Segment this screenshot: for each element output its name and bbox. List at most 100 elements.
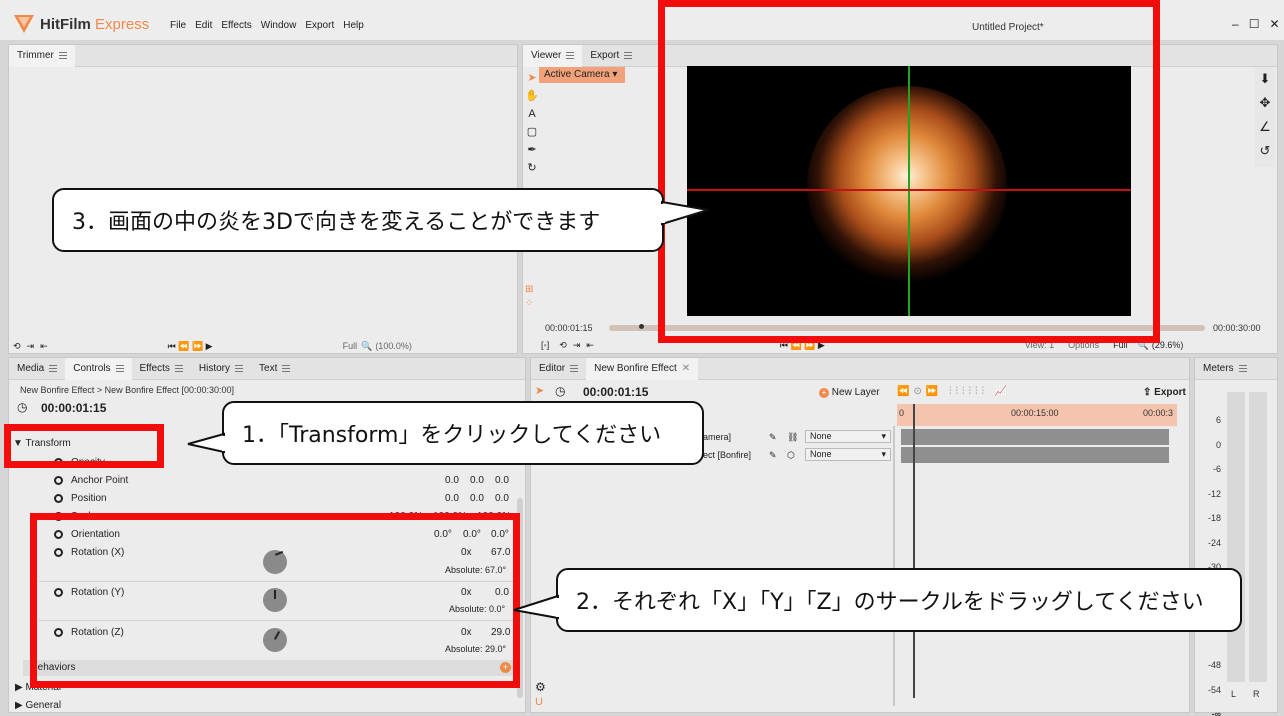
menu-icon[interactable] bbox=[282, 365, 291, 372]
editor-tabbar: Editor New Bonfire Effect ✕ bbox=[531, 358, 1189, 380]
tab-media[interactable]: Media bbox=[9, 358, 65, 380]
callout-1-pointer bbox=[187, 432, 226, 454]
orbit-tool-icon[interactable]: ↻ bbox=[525, 159, 539, 177]
timeline-playhead[interactable] bbox=[913, 404, 915, 698]
select-tool-icon[interactable]: ➤ bbox=[535, 384, 544, 397]
meter-right-channel bbox=[1249, 392, 1267, 682]
menu-icon[interactable] bbox=[58, 52, 67, 59]
ruler-label-30: 00:00:3 bbox=[1143, 408, 1174, 418]
insert-icon[interactable]: ⇥ bbox=[27, 341, 35, 352]
highlight-box-rotation bbox=[30, 513, 520, 688]
app-name: HitFilm Express bbox=[40, 16, 150, 33]
expand-arrow-icon: ▶ bbox=[15, 700, 26, 711]
prop-anchor-point[interactable]: Anchor Point 0.0 0.0 0.0 bbox=[9, 472, 514, 490]
menu-icon[interactable] bbox=[115, 365, 124, 372]
minimize-button[interactable]: – bbox=[1232, 17, 1239, 31]
maximize-button[interactable]: ☐ bbox=[1249, 17, 1260, 31]
loop-icon[interactable]: ⟲ bbox=[559, 340, 567, 351]
menu-icon[interactable] bbox=[49, 365, 58, 372]
zoom-search-icon[interactable]: 🔍 bbox=[361, 341, 372, 352]
add-icon: + bbox=[819, 388, 829, 398]
play-controls-icon[interactable]: ⏮ ⏪ ⏩ ▶ bbox=[168, 341, 213, 352]
highlight-box-transform bbox=[4, 424, 164, 468]
editor-toolbar-icons: ⏪⊙⏩ ⫶⫶⫶⫶⫶⫶ 📈 bbox=[897, 386, 1012, 397]
magnet-icon[interactable]: U bbox=[535, 696, 543, 708]
tab-viewer[interactable]: Viewer bbox=[523, 44, 583, 67]
tab-export[interactable]: Export bbox=[582, 45, 640, 67]
meter-left-channel bbox=[1227, 392, 1245, 682]
hand-tool-icon[interactable]: ✋ bbox=[525, 87, 539, 105]
menu-icon[interactable] bbox=[570, 365, 579, 372]
new-layer-button[interactable]: + New Layer bbox=[819, 387, 880, 398]
prop-position[interactable]: Position 0.0 0.0 0.0 bbox=[9, 490, 514, 508]
cube-icon[interactable]: ⬡ bbox=[787, 447, 795, 463]
meter-label-right: R bbox=[1253, 689, 1260, 699]
tab-meters[interactable]: Meters bbox=[1195, 358, 1255, 380]
menu-edit[interactable]: Edit bbox=[195, 20, 212, 31]
menu-export[interactable]: Export bbox=[305, 20, 334, 31]
tab-effects[interactable]: Effects bbox=[132, 358, 191, 380]
general-group[interactable]: ▶ General bbox=[15, 700, 61, 711]
pen-tool-icon[interactable]: ✒ bbox=[525, 141, 539, 159]
callout-2-pointer bbox=[513, 594, 560, 620]
breadcrumb: New Bonfire Effect > New Bonfire Effect … bbox=[20, 385, 235, 395]
link-icon[interactable]: ⛓ bbox=[787, 429, 798, 445]
overlay-icon[interactable]: ⇤ bbox=[586, 340, 594, 351]
menu-help[interactable]: Help bbox=[343, 20, 364, 31]
grid-icon[interactable]: ⊞ bbox=[525, 283, 539, 297]
menu-icon[interactable] bbox=[1238, 365, 1247, 372]
playhead-dot[interactable] bbox=[639, 324, 644, 329]
menu-effects[interactable]: Effects bbox=[221, 20, 251, 31]
menu-icon[interactable] bbox=[566, 52, 575, 59]
tab-new-bonfire-effect[interactable]: New Bonfire Effect ✕ bbox=[586, 358, 699, 380]
active-camera-dropdown[interactable]: Active Camera ▾ bbox=[539, 67, 625, 83]
keyframe-circle-icon[interactable] bbox=[54, 476, 63, 485]
menu-icon[interactable] bbox=[235, 365, 244, 372]
timeline-track-camera[interactable] bbox=[901, 429, 1169, 445]
tab-controls[interactable]: Controls bbox=[65, 358, 132, 380]
rect-tool-icon[interactable]: ▢ bbox=[525, 123, 539, 141]
ruler-label-0: 0 bbox=[899, 408, 905, 418]
tab-editor[interactable]: Editor bbox=[531, 358, 586, 380]
close-button[interactable]: ✕ bbox=[1269, 17, 1279, 31]
callout-2: 2．それぞれ「X」「Y」「Z」のサークルをドラッグしてください bbox=[556, 568, 1242, 632]
trimmer-zoom-mode[interactable]: Full bbox=[343, 341, 358, 351]
move-icon[interactable]: ✥ bbox=[1255, 91, 1275, 115]
menu-icon[interactable] bbox=[624, 52, 633, 59]
viewer-right-tools: ⬇ ✥ ∠ ↺ bbox=[1255, 67, 1275, 167]
viewer-timecode-end: 00:00:30:00 bbox=[1213, 323, 1261, 333]
down-arrow-icon[interactable]: ⬇ bbox=[1255, 67, 1275, 91]
menu-file[interactable]: File bbox=[170, 20, 186, 31]
menu-window[interactable]: Window bbox=[261, 20, 297, 31]
menu-bar: File Edit Effects Window Export Help bbox=[170, 20, 364, 31]
blend-dropdown-camera[interactable]: None ▾ bbox=[805, 430, 891, 443]
dots-icon[interactable]: ⁘ bbox=[525, 297, 539, 311]
keyframe-circle-icon[interactable] bbox=[54, 494, 63, 503]
tab-text[interactable]: Text bbox=[251, 358, 298, 380]
loop-icon[interactable]: ⟲ bbox=[13, 341, 21, 352]
tab-history[interactable]: History bbox=[191, 358, 251, 380]
blend-dropdown-bonfire[interactable]: None ▾ bbox=[805, 448, 891, 461]
insert-icon[interactable]: ⇥ bbox=[573, 340, 581, 351]
select-tool-icon[interactable]: ➤ bbox=[525, 69, 539, 87]
close-tab-icon[interactable]: ✕ bbox=[682, 358, 690, 380]
text-tool-icon[interactable]: A bbox=[525, 105, 539, 123]
timeline-track-bonfire[interactable] bbox=[901, 447, 1169, 463]
settings-icon[interactable]: ⚙ bbox=[535, 680, 546, 694]
angle-icon[interactable]: ∠ bbox=[1255, 115, 1275, 139]
safe-area-icon[interactable]: [◦] bbox=[541, 340, 549, 350]
export-button[interactable]: ⇪ Export bbox=[1143, 387, 1186, 398]
graph-icon[interactable]: 📈 bbox=[995, 386, 1011, 397]
meters-panel: Meters 6 0 -6 -12 -18 -24 -30 -48 -54 -∞… bbox=[1194, 357, 1278, 716]
clock-icon: ◷ bbox=[555, 384, 566, 398]
window-controls: – ☐ ✕ bbox=[1232, 17, 1280, 31]
tab-trimmer[interactable]: Trimmer bbox=[9, 44, 75, 67]
viewer-grid-icons: ⊞ ⁘ bbox=[525, 283, 539, 311]
meters-tabbar: Meters bbox=[1195, 358, 1277, 380]
rotate-icon[interactable]: ↺ bbox=[1255, 139, 1275, 163]
controls-tabbar: Media Controls Effects History Text bbox=[9, 358, 525, 380]
menu-icon[interactable] bbox=[174, 365, 183, 372]
pen-icon[interactable]: ✎ bbox=[769, 447, 777, 463]
pen-icon[interactable]: ✎ bbox=[769, 429, 777, 445]
overlay-icon[interactable]: ⇤ bbox=[40, 341, 48, 352]
